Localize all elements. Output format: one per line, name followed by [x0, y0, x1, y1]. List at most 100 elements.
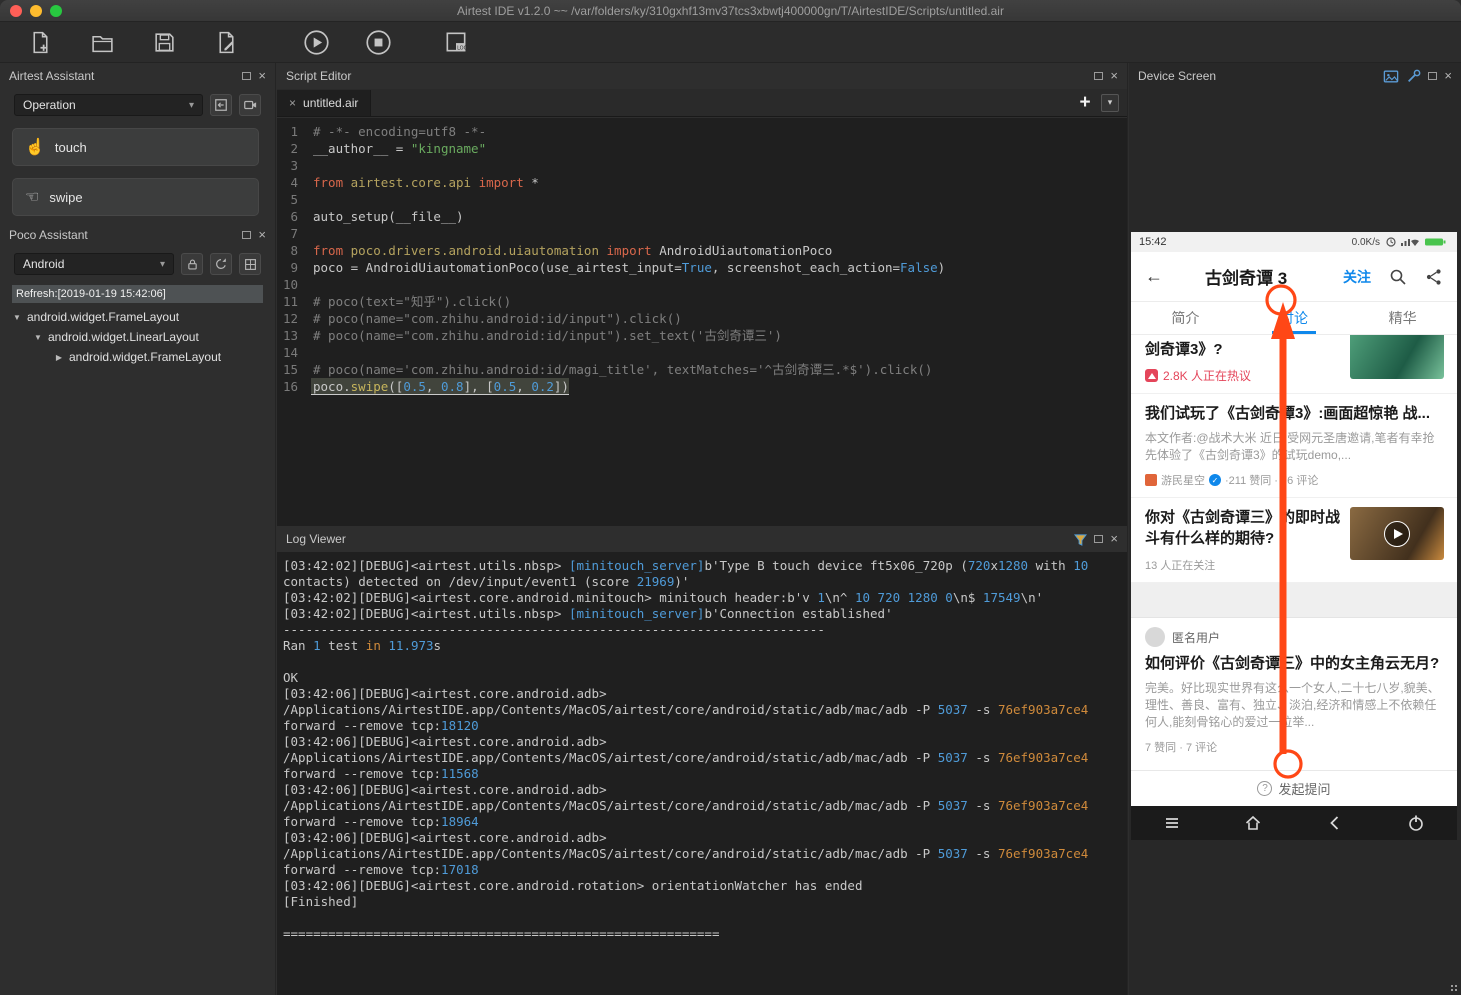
- close-panel-icon[interactable]: ×: [1110, 69, 1118, 82]
- refresh-status-row[interactable]: Refresh:[2019-01-19 15:42:06]: [12, 285, 263, 303]
- inspector-button[interactable]: [239, 253, 261, 275]
- tab-intro[interactable]: 简介: [1131, 302, 1240, 334]
- close-panel-icon[interactable]: ×: [258, 69, 266, 82]
- chevron-down-icon[interactable]: ▼: [12, 313, 22, 322]
- share-icon[interactable]: [1425, 268, 1443, 286]
- code-line[interactable]: 10: [277, 276, 1127, 293]
- code-text: # poco(name='com.zhihu.android:id/magi_t…: [313, 362, 933, 377]
- operation-mode-dropdown[interactable]: Operation ▾: [14, 94, 203, 116]
- run-script-button[interactable]: [302, 28, 330, 56]
- editor-tabbar: × untitled.air + ▾: [277, 89, 1127, 117]
- log-window-button[interactable]: LOG: [442, 28, 470, 56]
- follow-button[interactable]: 关注: [1343, 267, 1371, 287]
- tools-icon[interactable]: [1406, 69, 1421, 84]
- float-panel-icon[interactable]: [1094, 535, 1104, 543]
- menu-icon[interactable]: [1162, 813, 1182, 833]
- feed-card[interactable]: 你对《古剑奇谭三》的即时战斗有什么样的期待? 13 人正在关注: [1131, 498, 1457, 583]
- card-thumbnail: [1350, 335, 1444, 379]
- code-line[interactable]: 9 poco = AndroidUiautomationPoco(use_airt…: [277, 259, 1127, 276]
- code-line[interactable]: 14: [277, 344, 1127, 361]
- new-script-button[interactable]: [26, 28, 54, 56]
- refresh-tree-button[interactable]: [210, 253, 232, 275]
- code-line[interactable]: 2 __author__ = "kingname": [277, 140, 1127, 157]
- record-button[interactable]: [239, 94, 261, 116]
- float-panel-icon[interactable]: [242, 231, 252, 239]
- code-line[interactable]: 16 poco.swipe([0.5, 0.8], [0.5, 0.2]): [277, 378, 1127, 395]
- code-line[interactable]: 1 # -*- encoding=utf8 -*-: [277, 123, 1127, 140]
- chevron-right-icon[interactable]: ▶: [54, 353, 64, 362]
- close-window-button[interactable]: [10, 5, 22, 17]
- home-icon[interactable]: [1243, 813, 1263, 833]
- operation-mode-value: Operation: [23, 98, 76, 112]
- tab-discussion[interactable]: 讨论: [1240, 302, 1349, 334]
- back-icon[interactable]: [1325, 813, 1345, 833]
- close-panel-icon[interactable]: ×: [258, 228, 266, 241]
- refresh-icon: [216, 258, 226, 269]
- touch-icon: ☝: [25, 139, 45, 156]
- tab-highlights[interactable]: 精华: [1348, 302, 1457, 334]
- code-line[interactable]: 11 # poco(text="知乎").click(): [277, 293, 1127, 310]
- open-folder-icon: [91, 35, 113, 52]
- stop-script-button[interactable]: [364, 28, 392, 56]
- tab-list-dropdown[interactable]: ▾: [1101, 93, 1119, 112]
- line-number: 16: [282, 379, 298, 394]
- lock-button[interactable]: [181, 253, 203, 275]
- device-mirror[interactable]: 15:42 0.0K/s ← 古剑奇谭 3 关注 简介 讨论 精华 剑奇谭3》?…: [1131, 232, 1457, 840]
- back-arrow-icon[interactable]: ←: [1145, 266, 1163, 287]
- float-panel-icon[interactable]: [1428, 72, 1438, 80]
- save-as-button[interactable]: [212, 28, 240, 56]
- code-line[interactable]: 15 # poco(name='com.zhihu.android:id/magi…: [277, 361, 1127, 378]
- zoom-window-button[interactable]: [50, 5, 62, 17]
- poco-mode-dropdown[interactable]: Android ▾: [14, 253, 174, 275]
- feed-card[interactable]: 我们试玩了《古剑奇谭3》:画面超惊艳 战... 本文作者:@战术大米 近日,受网…: [1131, 394, 1457, 498]
- android-navbar: [1131, 806, 1457, 840]
- chevron-down-icon[interactable]: ▼: [33, 333, 43, 342]
- code-editor[interactable]: 1 # -*- encoding=utf8 -*- 2 __author__ = "k…: [277, 118, 1127, 526]
- save-script-button[interactable]: [150, 28, 178, 56]
- tree-item[interactable]: ▶ android.widget.FrameLayout: [0, 347, 275, 367]
- line-number: 10: [282, 277, 298, 292]
- code-line[interactable]: 8 from poco.drivers.android.uiautomation …: [277, 242, 1127, 259]
- airtest-assistant-title: Airtest Assistant: [9, 69, 95, 83]
- poco-tree[interactable]: ▼ android.widget.FrameLayout ▼ android.widg…: [0, 307, 275, 367]
- feed-card[interactable]: 匿名用户 如何评价《古剑奇谭三》中的女主角云无月? 完美。好比现实世界有这么一个…: [1131, 618, 1457, 764]
- search-icon[interactable]: [1389, 268, 1407, 286]
- insert-snippet-button[interactable]: [210, 94, 232, 116]
- filter-icon[interactable]: [1074, 533, 1088, 546]
- log-line: [03:42:06][DEBUG]<airtest.core.android.a…: [283, 686, 607, 701]
- question-icon: ?: [1257, 781, 1273, 796]
- code-line[interactable]: 13 # poco(name="com.zhihu.android:id/inpu…: [277, 327, 1127, 344]
- log-lines: [03:42:02][DEBUG]<airtest.utils.nbsp> [m…: [283, 558, 1127, 942]
- open-script-button[interactable]: [88, 28, 116, 56]
- code-line[interactable]: 5: [277, 191, 1127, 208]
- code-line[interactable]: 4 from airtest.core.api import *: [277, 174, 1127, 191]
- feed-card[interactable]: 剑奇谭3》? 2.8K 人正在热议: [1131, 335, 1457, 394]
- close-panel-icon[interactable]: ×: [1110, 532, 1118, 545]
- phone-feed[interactable]: 剑奇谭3》? 2.8K 人正在热议 我们试玩了《古剑奇谭3》:画面超惊艳 战..…: [1131, 335, 1457, 770]
- main-toolbar: LOG: [0, 22, 1461, 63]
- code-line[interactable]: 6 auto_setup(__file__): [277, 208, 1127, 225]
- minimize-window-button[interactable]: [30, 5, 42, 17]
- code-line[interactable]: 12 # poco(name="com.zhihu.android:id/inpu…: [277, 310, 1127, 327]
- close-tab-icon[interactable]: ×: [289, 96, 296, 110]
- ask-question-button[interactable]: ? 发起提问: [1131, 770, 1457, 806]
- card-meta-text: ·211 赞同 · 76 评论: [1225, 475, 1319, 487]
- log-output[interactable]: [03:42:02][DEBUG]<airtest.utils.nbsp> [m…: [277, 552, 1127, 995]
- video-thumbnail[interactable]: [1350, 507, 1444, 560]
- touch-action-button[interactable]: ☝ touch: [12, 128, 259, 166]
- tree-item[interactable]: ▼ android.widget.FrameLayout: [0, 307, 275, 327]
- code-text: # -*- encoding=utf8 -*-: [313, 124, 487, 139]
- close-panel-icon[interactable]: ×: [1444, 69, 1452, 82]
- tree-item-label: android.widget.FrameLayout: [69, 350, 222, 364]
- power-icon[interactable]: [1406, 813, 1426, 833]
- tree-item[interactable]: ▼ android.widget.LinearLayout: [0, 327, 275, 347]
- swipe-action-button[interactable]: ☜ swipe: [12, 178, 259, 216]
- new-tab-button[interactable]: +: [1073, 92, 1097, 113]
- snapshot-icon[interactable]: [1383, 69, 1399, 84]
- code-line[interactable]: 3: [277, 157, 1127, 174]
- tab-untitled-air[interactable]: × untitled.air: [277, 90, 372, 116]
- float-panel-icon[interactable]: [1094, 72, 1104, 80]
- float-panel-icon[interactable]: [242, 72, 252, 80]
- code-line[interactable]: 7: [277, 225, 1127, 242]
